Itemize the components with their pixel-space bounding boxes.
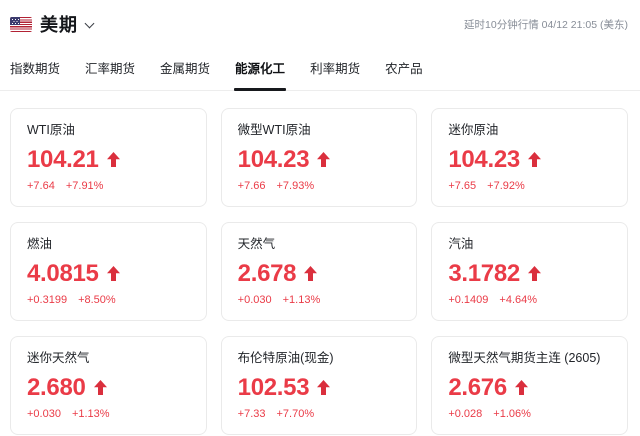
market-header: 美期 延时10分钟行情 04/12 21:05 (美东) — [0, 0, 640, 37]
contract-name: 迷你天然气 — [27, 351, 90, 365]
price-change: +7.64 — [27, 180, 55, 192]
contract-name: 迷你原油 — [448, 123, 499, 137]
up-arrow-icon — [106, 152, 120, 167]
quote-card[interactable]: 天然气 2.678 +0.030 +1.13% — [220, 222, 418, 321]
price-change: +0.030 — [27, 408, 61, 420]
quote-card[interactable]: 迷你天然气 2.680 +0.030 +1.13% — [10, 336, 207, 435]
last-price: 3.1782 — [448, 260, 520, 287]
us-flag-icon — [10, 16, 32, 32]
contract-name: WTI原油 — [27, 123, 75, 137]
price-change-percent: +7.92% — [487, 180, 525, 192]
price-change-percent: +4.64% — [499, 294, 538, 306]
price-change: +7.33 — [237, 408, 266, 420]
last-price: 104.21 — [27, 146, 99, 173]
quote-card[interactable]: 布伦特原油(现金) 102.53 +7.33 +7.70% — [220, 336, 418, 435]
price-change: +0.3199 — [27, 294, 68, 306]
last-price: 2.680 — [27, 374, 86, 401]
quote-card[interactable]: 汽油 3.1782 +0.1409 +4.64% — [431, 222, 628, 321]
contract-name: 天然气 — [237, 237, 276, 251]
up-arrow-icon — [514, 380, 528, 395]
last-price: 104.23 — [448, 146, 520, 173]
price-change: +0.030 — [237, 294, 272, 306]
price-change-percent: +1.13% — [71, 408, 110, 420]
quote-card[interactable]: 迷你原油 104.23 +7.65 +7.92% — [431, 108, 628, 207]
price-change: +7.66 — [237, 180, 266, 192]
tab-agricultural[interactable]: 农产品 — [385, 58, 423, 90]
up-arrow-icon — [527, 152, 541, 167]
delayed-quote-info: 延时10分钟行情 04/12 21:05 (美东) — [464, 18, 628, 31]
price-change-percent: +8.50% — [78, 294, 116, 306]
up-arrow-icon — [106, 266, 120, 281]
contract-name: 微型天然气期货主连 (2605) — [448, 351, 601, 365]
up-arrow-icon — [317, 152, 331, 167]
last-price: 104.23 — [237, 146, 310, 173]
up-arrow-icon — [317, 380, 331, 395]
price-change: +7.65 — [448, 180, 477, 192]
tab-index-futures[interactable]: 指数期货 — [10, 58, 60, 90]
last-price: 102.53 — [237, 374, 310, 401]
quote-card[interactable]: 微型WTI原油 104.23 +7.66 +7.93% — [220, 108, 418, 207]
last-price: 2.678 — [237, 260, 297, 287]
contract-name: 燃油 — [27, 237, 53, 251]
price-change: +0.028 — [448, 408, 483, 420]
last-price: 4.0815 — [27, 260, 99, 287]
quote-card[interactable]: WTI原油 104.21 +7.64 +7.91% — [10, 108, 207, 207]
quote-card-grid: WTI原油 104.21 +7.64 +7.91% 微型WTI原油 104.23 — [10, 108, 628, 435]
quote-card[interactable]: 燃油 4.0815 +0.3199 +8.50% — [10, 222, 207, 321]
up-arrow-icon — [527, 266, 541, 281]
tab-metal-futures[interactable]: 金属期货 — [160, 58, 210, 90]
price-change-percent: +1.13% — [282, 294, 321, 306]
up-arrow-icon — [304, 266, 318, 281]
last-price: 2.676 — [448, 374, 507, 401]
category-tab-bar: 指数期货 汇率期货 金属期货 能源化工 利率期货 农产品 — [0, 58, 640, 91]
price-change: +0.1409 — [448, 294, 489, 306]
contract-name: 汽油 — [448, 237, 474, 251]
quote-card[interactable]: 微型天然气期货主连 (2605) 2.676 +0.028 +1.06% — [431, 336, 628, 435]
market-title[interactable]: 美期 — [40, 11, 78, 37]
contract-name: 微型WTI原油 — [237, 123, 311, 137]
contract-name: 布伦特原油(现金) — [237, 351, 334, 365]
up-arrow-icon — [93, 380, 107, 395]
price-change-percent: +7.70% — [276, 408, 315, 420]
price-change-percent: +1.06% — [493, 408, 531, 420]
tab-rate-futures[interactable]: 利率期货 — [310, 58, 360, 90]
price-change-percent: +7.91% — [65, 180, 104, 192]
chevron-down-icon[interactable] — [85, 20, 94, 29]
price-change-percent: +7.93% — [276, 180, 315, 192]
tab-fx-futures[interactable]: 汇率期货 — [85, 58, 135, 90]
tab-energy-chemical[interactable]: 能源化工 — [234, 58, 287, 91]
